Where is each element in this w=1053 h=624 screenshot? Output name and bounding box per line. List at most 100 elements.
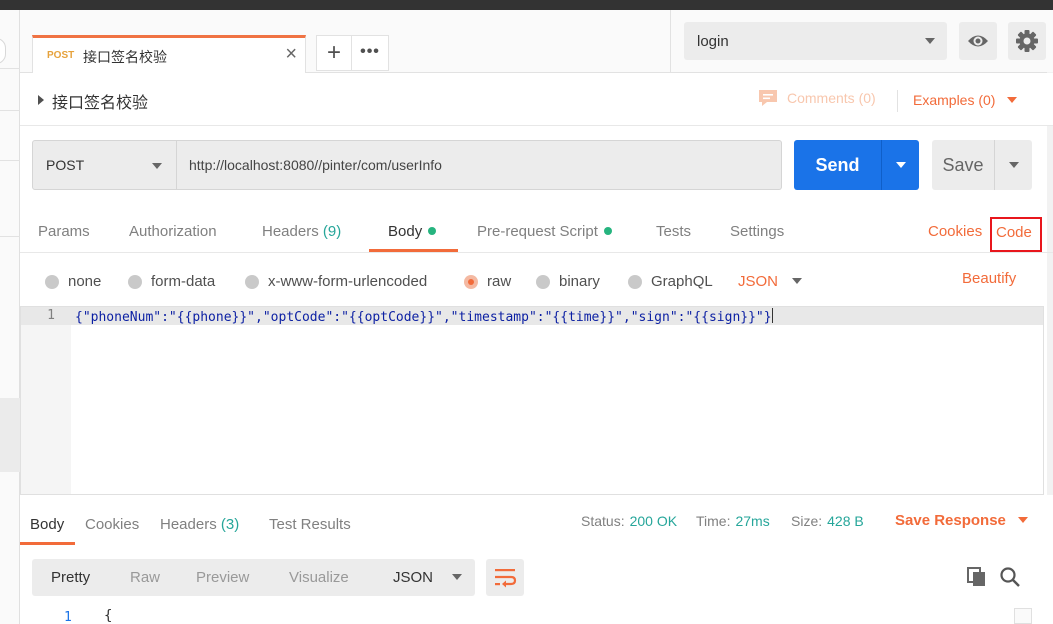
comments-label: Comments (0) (787, 90, 876, 106)
code-line[interactable]: {"phoneNum":"{{phone}}","optCode":"{{opt… (75, 308, 773, 325)
body-type-row: none form-data x-www-form-urlencoded raw… (20, 254, 1053, 306)
tab-headers[interactable]: Headers (9) (262, 223, 341, 240)
save-response-dropdown[interactable]: Save Response (895, 512, 1028, 529)
raw-format-select[interactable]: JSON (738, 273, 803, 290)
size-label: Size: (791, 513, 823, 529)
save-button[interactable]: Save (932, 140, 994, 190)
tab-headers-count: (9) (322, 223, 342, 240)
environment-select[interactable]: login (684, 22, 947, 60)
response-scroll-marker (1014, 608, 1032, 624)
search-icon[interactable] (999, 566, 1021, 588)
tab-title: 接口签名校验 (83, 49, 167, 65)
caret-right-icon[interactable] (38, 95, 44, 105)
tab-headers-label: Headers (262, 223, 319, 240)
body-type-binary[interactable]: binary (536, 273, 600, 290)
request-tab[interactable]: POST 接口签名校验 × (32, 35, 306, 74)
body-type-graphql[interactable]: GraphQL (628, 273, 713, 290)
send-button[interactable]: Send (794, 140, 881, 190)
comments-button[interactable]: Comments (0) (758, 89, 876, 107)
body-type-graphql-label: GraphQL (651, 273, 713, 290)
save-options-button[interactable] (994, 140, 1032, 190)
examples-label: Examples (0) (913, 92, 996, 108)
window-top-bar (0, 0, 1053, 10)
chevron-down-icon (1009, 162, 1019, 168)
raw-format-label: JSON (738, 273, 779, 290)
chevron-down-icon (792, 278, 803, 284)
method-select[interactable]: POST (32, 140, 177, 190)
send-options-button[interactable] (881, 140, 919, 190)
editor-gutter (21, 307, 71, 494)
cookies-link[interactable]: Cookies (928, 223, 982, 240)
chevron-down-icon (925, 38, 935, 44)
radio-icon (628, 274, 642, 289)
tab-method-badge: POST (47, 50, 75, 61)
save-response-label: Save Response (895, 512, 1006, 529)
response-tab-test-results[interactable]: Test Results (269, 516, 351, 533)
environment-label: login (697, 33, 729, 50)
tab-tests[interactable]: Tests (656, 223, 691, 240)
copy-icon[interactable] (966, 566, 988, 588)
request-tabs: Params Authorization Headers (9) Body Pr… (20, 210, 1053, 253)
tab-bar: POST 接口签名校验 × + ••• login (20, 10, 1053, 74)
body-type-form-data[interactable]: form-data (128, 273, 215, 290)
wrap-lines-button[interactable] (486, 559, 524, 596)
chevron-down-icon (1017, 517, 1028, 523)
tab-settings[interactable]: Settings (730, 223, 784, 240)
body-editor[interactable]: 1 {"phoneNum":"{{phone}}","optCode":"{{o… (20, 306, 1044, 495)
response-code-line: { (104, 608, 113, 624)
time-label: Time: (696, 513, 731, 529)
response-status[interactable]: Status: 200 OK (581, 513, 677, 529)
code-text: {"phoneNum":"{{phone}}","optCode":"{{opt… (75, 310, 772, 325)
response-time[interactable]: Time: 27ms (696, 513, 770, 529)
tab-prerequest-script[interactable]: Pre-request Script (477, 223, 612, 240)
sidebar-divider (0, 68, 20, 69)
url-input[interactable] (177, 140, 782, 190)
format-preview[interactable]: Preview (196, 569, 249, 586)
response-tab-headers[interactable]: Headers (3) (160, 516, 239, 533)
body-type-none[interactable]: none (45, 273, 101, 290)
beautify-link[interactable]: Beautify (962, 270, 1016, 287)
body-type-binary-label: binary (559, 273, 600, 290)
size-value: 428 B (827, 513, 864, 529)
examples-dropdown[interactable]: Examples (0) (913, 92, 1018, 108)
more-icon[interactable]: ••• (352, 35, 389, 71)
tab-params[interactable]: Params (38, 223, 90, 240)
response-tab-headers-count: (3) (220, 516, 240, 533)
divider (897, 90, 898, 112)
chevron-down-icon (1007, 97, 1018, 103)
response-tab-headers-label: Headers (160, 516, 217, 533)
response-line-number: 1 (64, 610, 72, 624)
tab-body-label: Body (388, 223, 423, 240)
body-type-form-data-label: form-data (151, 273, 216, 290)
response-type-select[interactable]: JSON (381, 559, 475, 596)
code-link[interactable]: Code (990, 217, 1042, 252)
active-tab-indicator (20, 542, 75, 545)
response-tab-body[interactable]: Body (30, 516, 64, 533)
chevron-down-icon (896, 162, 906, 168)
response-type-label: JSON (393, 569, 434, 586)
body-type-raw[interactable]: raw (464, 273, 511, 290)
tab-body[interactable]: Body (388, 223, 437, 240)
radio-icon (45, 274, 59, 289)
response-size[interactable]: Size: 428 B (791, 513, 864, 529)
active-dot-icon (603, 227, 612, 235)
body-type-none-label: none (68, 273, 102, 290)
body-type-urlencoded[interactable]: x-www-form-urlencoded (245, 273, 427, 290)
tab-authorization[interactable]: Authorization (129, 223, 217, 240)
plus-icon[interactable]: + (316, 35, 352, 71)
active-dot-icon (428, 227, 437, 235)
line-number: 1 (47, 308, 55, 323)
format-visualize[interactable]: Visualize (289, 569, 349, 586)
eye-icon (968, 35, 988, 47)
manage-environments-button[interactable] (1008, 22, 1046, 60)
sidebar-divider (0, 160, 20, 161)
format-pretty[interactable]: Pretty (51, 569, 90, 586)
sidebar-search-edge[interactable] (0, 38, 6, 64)
sidebar-selected-item[interactable] (0, 398, 20, 472)
body-type-urlencoded-label: x-www-form-urlencoded (268, 273, 428, 290)
environment-quick-look-button[interactable] (959, 22, 997, 60)
format-raw[interactable]: Raw (130, 569, 160, 586)
response-tab-cookies[interactable]: Cookies (85, 516, 139, 533)
close-icon[interactable]: × (285, 43, 297, 66)
request-name[interactable]: 接口签名校验 (52, 89, 148, 113)
